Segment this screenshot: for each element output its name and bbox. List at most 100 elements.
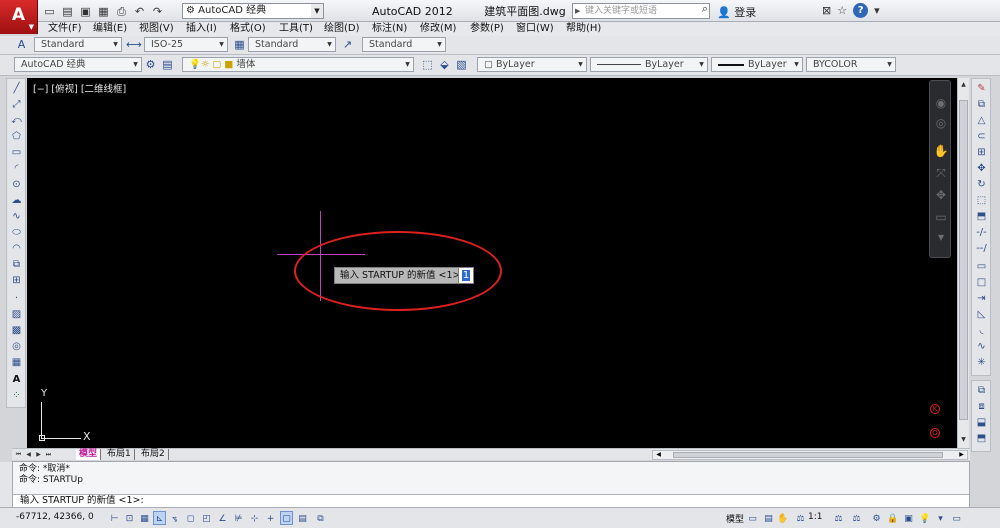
gradient-icon[interactable]: ▩ <box>9 324 24 338</box>
exchange-icon[interactable]: ⊠ <box>822 4 831 17</box>
star-icon[interactable]: ☆ <box>837 4 847 17</box>
color-select[interactable]: ▢ ByLayer ▼ <box>477 57 587 72</box>
dim-style-icon[interactable]: ⟷ <box>126 37 142 52</box>
transparency-icon[interactable]: ▢ <box>280 511 293 525</box>
quick-view-drawings-icon[interactable]: ▤ <box>762 511 775 525</box>
minimize-icon[interactable]: ▾ <box>874 4 880 17</box>
workspace-select-secondary[interactable]: AutoCAD 经典 ▼ <box>14 57 142 72</box>
last-tab-icon[interactable]: ⏭ <box>44 449 53 460</box>
steering-wheel-icon[interactable]: ◉ <box>933 95 949 111</box>
tab-layout2[interactable]: 布局2 <box>138 449 169 460</box>
viewport-controls[interactable]: [−] [俯视] [二维线框] <box>33 81 126 95</box>
break-at-point-icon[interactable]: ▭ <box>974 260 989 274</box>
ellipse-icon[interactable]: ⬭ <box>9 226 24 240</box>
coordinate-readout[interactable]: -67712, 42366, 0 <box>16 512 94 522</box>
snap-mode-icon[interactable]: ⊡ <box>123 511 136 525</box>
menu-edit[interactable]: 编辑(E) <box>93 22 127 36</box>
workspace-settings-icon[interactable]: ⚙ <box>143 57 158 72</box>
text-style-select[interactable]: Standard ▼ <box>34 37 122 52</box>
menu-modify[interactable]: 修改(M) <box>420 22 456 36</box>
construction-line-icon[interactable]: ⤢ <box>9 98 24 112</box>
revision-cloud-icon[interactable]: ☁ <box>9 194 24 208</box>
polyline-icon[interactable]: ⤺ <box>9 114 24 128</box>
workspace-select[interactable]: ⚙ AutoCAD 经典 ▼ <box>182 3 324 19</box>
copy-icon[interactable]: ⧉ <box>974 98 989 112</box>
scroll-down-icon[interactable]: ▼ <box>958 435 969 445</box>
tab-model[interactable]: 模型 <box>76 449 102 460</box>
menu-view[interactable]: 视图(V) <box>139 22 174 36</box>
blend-curves-icon[interactable]: ∿ <box>974 340 989 354</box>
print-icon[interactable]: ⎙ <box>114 4 129 19</box>
new-file-icon[interactable]: ▭ <box>42 4 57 19</box>
multiline-text-icon[interactable]: A <box>9 373 24 387</box>
menu-insert[interactable]: 插入(I) <box>186 22 217 36</box>
scale-icon[interactable]: ⬚ <box>974 194 989 208</box>
multileader-style-icon[interactable]: ↗ <box>340 37 355 52</box>
status-menu-icon[interactable]: ▾ <box>934 511 947 525</box>
lineweight-toggle-icon[interactable]: + <box>264 511 277 525</box>
vertical-scroll-thumb[interactable] <box>959 100 968 420</box>
hatch-icon[interactable]: ▨ <box>9 308 24 322</box>
nav-settings-icon[interactable]: ▾ <box>933 229 949 245</box>
menu-draw[interactable]: 绘图(D) <box>324 22 360 36</box>
toolbar-lock-icon[interactable]: 🔒 <box>886 511 899 525</box>
join-icon[interactable]: ⇥ <box>974 292 989 306</box>
bring-above-icon[interactable]: ⬓ <box>974 416 989 430</box>
annotation-scale-icon[interactable]: ⚖ <box>794 511 807 525</box>
extend-icon[interactable]: --/ <box>974 242 989 256</box>
send-under-icon[interactable]: ⬒ <box>974 432 989 446</box>
command-window-grip[interactable] <box>0 462 12 507</box>
table-style-icon[interactable]: ▦ <box>232 37 247 52</box>
horizontal-scroll-thumb[interactable] <box>673 452 943 458</box>
dynamic-ucs-icon[interactable]: ⊭ <box>232 511 245 525</box>
insert-block-icon[interactable]: ⧉ <box>9 258 24 272</box>
menu-tools[interactable]: 工具(T) <box>279 22 313 36</box>
layer-select[interactable]: 💡☼ ▢ ■ 墙体 ▼ <box>182 57 414 72</box>
quick-properties-icon[interactable]: ▤ <box>296 511 309 525</box>
rotate-icon[interactable]: ↻ <box>974 178 989 192</box>
spline-icon[interactable]: ∿ <box>9 210 24 224</box>
layer-properties-icon[interactable]: ▤ <box>160 57 175 72</box>
polygon-icon[interactable]: ⬠ <box>9 130 24 144</box>
search-input[interactable]: ▶ 键入关键字或短语 <box>572 3 710 19</box>
chamfer-icon[interactable]: ◺ <box>974 308 989 322</box>
help-icon[interactable]: ? <box>853 3 869 18</box>
prev-tab-icon[interactable]: ◀ <box>24 449 33 460</box>
pan-hand-icon[interactable]: ✋ <box>933 143 949 159</box>
clean-screen-icon[interactable]: ▭ <box>950 511 963 525</box>
next-tab-icon[interactable]: ▶ <box>34 449 43 460</box>
view-cube-icon[interactable]: ◎ <box>933 115 949 131</box>
dim-style-select[interactable]: ISO-25 ▼ <box>144 37 228 52</box>
annotation-scale-value[interactable]: 1:1 <box>808 512 822 522</box>
command-line-input[interactable]: 输入 STARTUP 的新值 <1>: <box>13 494 969 507</box>
infer-constraints-icon[interactable]: ⊢ <box>108 511 121 525</box>
bring-to-front-icon[interactable]: ⧉ <box>974 384 989 398</box>
lineweight-select[interactable]: ByLayer ▼ <box>711 57 803 72</box>
zoom-extents-icon[interactable]: ⤧ <box>933 165 949 181</box>
menu-parametric[interactable]: 参数(P) <box>470 22 504 36</box>
undo-icon[interactable]: ↶ <box>132 4 147 19</box>
point-icon[interactable]: · <box>9 292 24 306</box>
layer-states-icon[interactable]: ▧ <box>454 57 469 72</box>
dynamic-input-icon[interactable]: ⊹ <box>248 511 261 525</box>
menu-file[interactable]: 文件(F) <box>48 22 82 36</box>
scroll-left-icon[interactable]: ◀ <box>654 451 663 459</box>
make-block-icon[interactable]: ⊞ <box>9 274 24 288</box>
object-snap-icon[interactable]: ◻ <box>184 511 197 525</box>
login-button[interactable]: 👤 登录 <box>717 4 756 20</box>
redo-icon[interactable]: ↷ <box>150 4 165 19</box>
erase-icon[interactable]: ✎ <box>974 82 989 96</box>
pan-icon[interactable]: ✋ <box>776 511 789 525</box>
grid-display-icon[interactable]: ▦ <box>138 511 151 525</box>
table-icon[interactable]: ▦ <box>9 356 24 370</box>
region-icon[interactable]: ◎ <box>9 340 24 354</box>
showmotion-icon[interactable]: ▭ <box>933 209 949 225</box>
make-current-layer-icon[interactable]: ⬚ <box>420 57 435 72</box>
menu-dimension[interactable]: 标注(N) <box>372 22 407 36</box>
save-as-icon[interactable]: ▦ <box>96 4 111 19</box>
first-tab-icon[interactable]: ⏮ <box>14 449 23 460</box>
orbit-icon[interactable]: ✥ <box>933 187 949 203</box>
object-snap-tracking-icon[interactable]: ∠ <box>216 511 229 525</box>
selection-cycling-icon[interactable]: ⧉ <box>314 511 327 525</box>
move-icon[interactable]: ✥ <box>974 162 989 176</box>
